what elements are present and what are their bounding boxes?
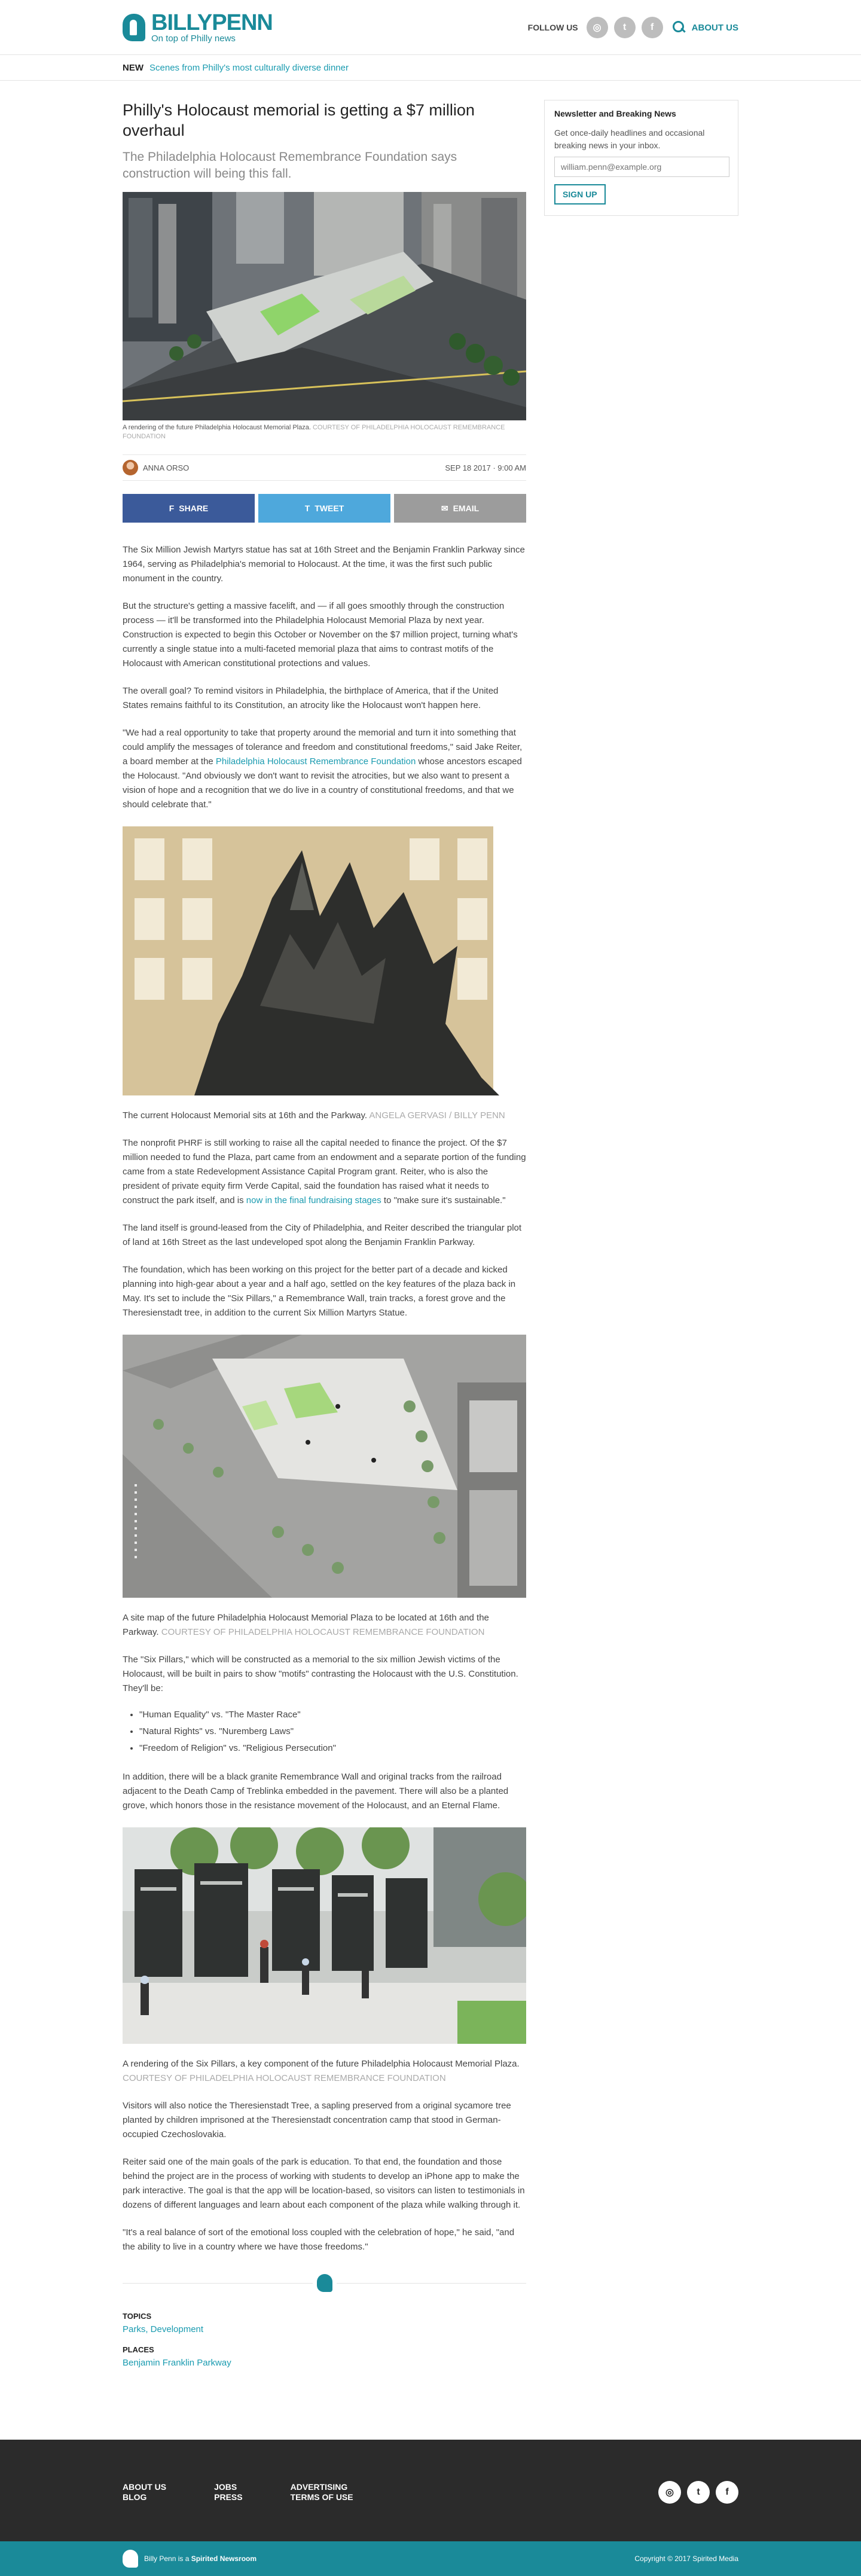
statue-photo (123, 826, 526, 1095)
pillars-rendering (123, 1827, 526, 2044)
sidebar: Newsletter and Breaking News Get once-da… (544, 100, 738, 2368)
article-body: The Six Million Jewish Martyrs statue ha… (123, 543, 526, 2254)
pillars-credit: COURTESY OF PHILADELPHIA HOLOCAUST REMEM… (123, 2073, 446, 2083)
list-item: "Human Equality" vs. "The Master Race" (139, 1707, 526, 1723)
sitemap-credit: COURTESY OF PHILADELPHIA HOLOCAUST REMEM… (161, 1627, 485, 1637)
plaza-rendering (123, 192, 526, 420)
paragraph: "It's a real balance of sort of the emot… (123, 2227, 515, 2252)
facebook-icon: f (169, 503, 175, 513)
site-map (123, 1335, 526, 1598)
billy-penn-logo-icon (123, 14, 145, 41)
footer-blog-link[interactable]: BLOG (123, 2492, 166, 2502)
paragraph: Reiter said one of the main goals of the… (123, 2157, 525, 2210)
news-label: NEW (123, 63, 144, 73)
facebook-share-button[interactable]: f SHARE (123, 494, 255, 523)
author-avatar (123, 460, 138, 475)
article-subtitle: The Philadelphia Holocaust Remembrance F… (123, 150, 457, 181)
paragraph: But the structure's getting a massive fa… (123, 601, 518, 669)
topics-heading: TOPICS (123, 2312, 152, 2321)
pillars-image (123, 1827, 526, 2044)
pillars-figure: A rendering of the Six Pillars, a key co… (123, 1827, 526, 2086)
twitter-icon[interactable]: t (613, 17, 636, 38)
billy-penn-logo-icon (123, 2550, 138, 2568)
hero-figure: A rendering of the future Philadelphia H… (123, 192, 526, 441)
twitter-share-button[interactable]: t TWEET (258, 494, 390, 523)
foundation-link[interactable]: Philadelphia Holocaust Remembrance Found… (216, 756, 416, 767)
email-field[interactable] (554, 157, 729, 177)
article-taxonomy: TOPICS Parks, Development PLACES Benjami… (123, 2312, 526, 2368)
pillars-caption: A rendering of the Six Pillars, a key co… (123, 2059, 520, 2069)
newsletter-title: Newsletter and Breaking News (554, 109, 676, 118)
sitemap-figure: A site map of the future Philadelphia Ho… (123, 1335, 526, 1640)
twitter-icon: t (304, 503, 310, 513)
site-footer: ABOUT US BLOG JOBS PRESS ADVERTISING TER… (0, 2440, 861, 2541)
hero-image (123, 192, 526, 420)
paragraph: The land itself is ground-leased from th… (123, 1223, 522, 1247)
envelope-icon: ✉ (441, 503, 448, 513)
statue-figure: The current Holocaust Memorial sits at 1… (123, 826, 526, 1123)
footer-advertising-link[interactable]: ADVERTISING (291, 2482, 353, 2492)
article: Philly's Holocaust memorial is getting a… (123, 100, 526, 2368)
six-pillars-list: "Human Equality" vs. "The Master Race" "… (123, 1707, 526, 1757)
site-header: BILLYPENN On top of Philly news FOLLOW U… (0, 0, 861, 55)
paragraph: The "Six Pillars," which will be constru… (123, 1655, 518, 1693)
search-icon[interactable] (672, 21, 686, 34)
brand-tagline: On top of Philly news (151, 33, 236, 44)
share-buttons: f SHARE t TWEET ✉ EMAIL (123, 494, 526, 523)
network-text: Billy Penn is a Spirited Newsroom (144, 2554, 257, 2563)
statue-credit: ANGELA GERVASI / BILLY PENN (369, 1110, 505, 1121)
topics-links[interactable]: Parks, Development (123, 2324, 203, 2334)
email-share-button[interactable]: ✉ EMAIL (394, 494, 526, 523)
newsletter-description: Get once-daily headlines and occasional … (554, 128, 705, 150)
newsletter-signup: Newsletter and Breaking News Get once-da… (544, 100, 738, 216)
facebook-share-label: SHARE (179, 503, 209, 513)
statue-image (123, 826, 526, 1095)
sign-up-button[interactable]: SIGN UP (554, 184, 606, 205)
paragraph: In addition, there will be a black grani… (123, 1772, 509, 1811)
paragraph: The Six Million Jewish Martyrs statue ha… (123, 545, 525, 584)
places-link[interactable]: Benjamin Franklin Parkway (123, 2358, 231, 2368)
bottom-bar: Billy Penn is a Spirited Newsroom Copyri… (0, 2541, 861, 2576)
paragraph: Visitors will also notice the Theresiens… (123, 2101, 511, 2139)
footer-press-link[interactable]: PRESS (214, 2492, 242, 2502)
places-heading: PLACES (123, 2345, 154, 2354)
copyright: Copyright © 2017 Spirited Media (634, 2554, 738, 2563)
billy-penn-logo-icon (313, 2271, 337, 2295)
news-headline-link[interactable]: Scenes from Philly's most culturally div… (149, 63, 349, 73)
twitter-icon[interactable]: t (687, 2481, 710, 2504)
instagram-icon[interactable]: ◎ (586, 17, 608, 38)
facebook-icon[interactable]: f (641, 17, 663, 38)
paragraph: The foundation, which has been working o… (123, 1265, 516, 1318)
byline: ANNA ORSO SEP 18 2017 · 9:00 AM (123, 454, 526, 481)
paragraph-quote: "We had a real opportunity to take that … (123, 728, 523, 810)
footer-terms-link[interactable]: TERMS OF USE (291, 2492, 353, 2502)
paragraph: The overall goal? To remind visitors in … (123, 686, 499, 710)
sitemap-image (123, 1335, 526, 1598)
publish-date: SEP 18 2017 · 9:00 AM (445, 463, 526, 472)
statue-caption: The current Holocaust Memorial sits at 1… (123, 1110, 368, 1121)
follow-us-label: FOLLOW US (527, 23, 578, 32)
article-title: Philly's Holocaust memorial is getting a… (123, 101, 475, 139)
news-ticker: NEW Scenes from Philly's most culturally… (0, 55, 861, 81)
about-us-link[interactable]: ABOUT US (692, 23, 738, 33)
instagram-icon[interactable]: ◎ (658, 2481, 681, 2504)
facebook-icon[interactable]: f (716, 2481, 738, 2504)
twitter-share-label: TWEET (315, 503, 344, 513)
list-item: "Natural Rights" vs. "Nuremberg Laws" (139, 1723, 526, 1740)
brand-name: BILLYPENN (151, 10, 273, 35)
hero-caption: A rendering of the future Philadelphia H… (123, 424, 311, 431)
paragraph: The nonprofit PHRF is still working to r… (123, 1138, 526, 1205)
site-logo[interactable]: BILLYPENN On top of Philly news (123, 11, 273, 44)
email-share-label: EMAIL (453, 503, 480, 513)
footer-about-link[interactable]: ABOUT US (123, 2482, 166, 2492)
list-item: "Freedom of Religion" vs. "Religious Per… (139, 1740, 526, 1757)
fundraising-link[interactable]: now in the final fundraising stages (246, 1195, 381, 1205)
footer-jobs-link[interactable]: JOBS (214, 2482, 242, 2492)
article-end-divider (123, 2270, 526, 2296)
author-name[interactable]: ANNA ORSO (143, 463, 189, 472)
